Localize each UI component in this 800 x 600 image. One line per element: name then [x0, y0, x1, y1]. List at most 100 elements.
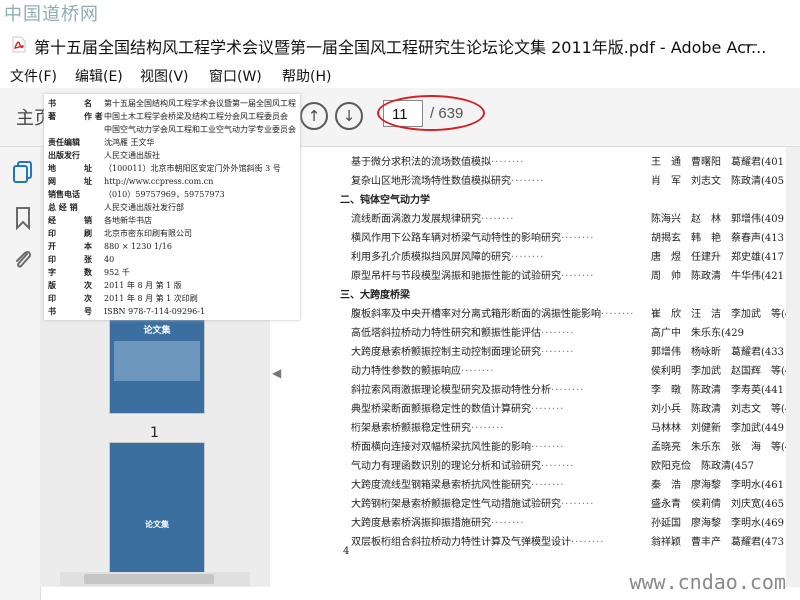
toc-entry-authors: 翁祥颖 曹丰产 葛耀君(473 [651, 537, 784, 548]
collapse-pane-icon[interactable]: ◀ [272, 366, 281, 380]
copyright-row: 出版发行 人民交通出版社 [48, 150, 160, 161]
copyright-key: 书 [48, 98, 56, 108]
toc-entry-authors: 唐 煜 任建升 郑史雄(417 [651, 252, 784, 263]
copyright-value: 952 千 [104, 268, 130, 277]
menu-view[interactable]: 视图(V) [140, 66, 189, 86]
toc-entry[interactable]: 大跨钢桁架悬索桥颤振稳定性气动措施试验研究 ········ 盛永青 侯莉倩 刘庆… [351, 495, 800, 510]
bookmark-icon[interactable] [12, 206, 34, 230]
toc-leader-dots: ········ [461, 366, 495, 377]
copyright-subkey: 数 [84, 267, 92, 277]
copyright-key: 开 [48, 241, 56, 251]
toc-entry-authors: 胡揭玄 韩 艳 蔡春声(413 [651, 233, 784, 244]
copyright-key: 地 [48, 163, 56, 173]
toc-entry[interactable]: 桥面横向连接对双幅桥梁抗风性能的影响 ········ 孟晓亮 朱乐东 张 海 等… [351, 438, 800, 453]
copyright-key: 印 [48, 254, 56, 264]
cover-text-block [114, 495, 200, 517]
copyright-key: 总 经 销 [48, 202, 78, 212]
document-vertical-scrollbar[interactable] [786, 147, 800, 587]
attachment-icon[interactable] [12, 248, 34, 272]
copyright-subkey: 址 [84, 176, 92, 186]
toc-entry-authors: 秦 浩 廖海黎 李明水(461 [651, 480, 784, 491]
arrow-up-icon: ↑ [307, 107, 321, 125]
toc-entry-authors: 高广中 朱乐东(429 [651, 328, 744, 339]
toc-entry[interactable]: 复杂山区地形流场特性数值模拟研究 ········ 肖 军 刘志文 陈政清(405 [351, 172, 800, 187]
window-title: 第十五届全国结构风工程学术会议暨第一届全国风工程研究生论坛论文集 2011年版.… [34, 38, 767, 57]
toc-entry[interactable]: 双层板桁组合斜拉桥动力特性计算及气弹模型设计 ········ 翁祥颖 曹丰产 葛… [351, 533, 800, 548]
toc-entry-authors: 欧阳克俭 陈政清(457 [651, 461, 754, 472]
copyright-row: 印 刷 北京市密东印刷有限公司 [48, 228, 192, 239]
toc-entry[interactable]: 腹板斜率及中央开槽率对分离式箱形断面的涡振性能影响 ········ 崔 欣 汪 … [351, 305, 800, 320]
copyright-subkey: 销 [84, 215, 92, 225]
toc-entry[interactable]: 典型桥梁断面颤振稳定性的数值计算研究 ········ 刘小兵 陈政清 刘志文 等… [351, 400, 800, 415]
copyright-key: 出版发行 [48, 150, 80, 160]
next-page-button[interactable]: ↓ [335, 102, 363, 130]
toc-entry-authors: 盛永青 侯莉倩 刘庆宽(465 [651, 499, 784, 510]
toc-entry-authors: 侯利明 李加武 赵国辉 等(437 [651, 366, 800, 377]
copyright-row: 责任编辑 沈鸿雁 王文华 [48, 137, 155, 148]
toc-entry-title: 典型桥梁断面颤振稳定性的数值计算研究 [351, 404, 531, 415]
previous-page-button[interactable]: ↑ [300, 102, 328, 130]
toc-entry[interactable]: 大跨度流线型钢箱梁悬索桥抗风性能研究 ········ 秦 浩 廖海黎 李明水(4… [351, 476, 800, 491]
copyright-key: 字 [48, 267, 56, 277]
watermark-url-bottom: www.cndao.com [629, 570, 786, 594]
minimize-button[interactable]: — [740, 34, 758, 55]
menu-edit[interactable]: 编辑(E) [75, 66, 123, 86]
toc-leader-dots: ········ [551, 385, 585, 396]
toc-entry[interactable]: 桁架悬索桥颤振稳定性研究 ········ 马林林 刘健新 李加武(449 [351, 419, 800, 434]
toc-entry-title: 大跨钢桁架悬索桥颤振稳定性气动措施试验研究 [351, 499, 561, 510]
copyright-key: 经 [48, 215, 56, 225]
scrollbar-thumb[interactable] [84, 574, 214, 584]
copyright-value: 880 × 1230 1/16 [104, 242, 172, 251]
copyright-key: 印 [48, 228, 56, 238]
copyright-key: 责任编辑 [48, 137, 80, 147]
toc-leader-dots: ········ [561, 499, 595, 510]
copyright-value: http://www.ccpress.com.cn [104, 177, 214, 186]
copyright-row: 经 销 各地新华书店 [48, 215, 152, 226]
copyright-value: 40 [104, 255, 115, 264]
toc-entry[interactable]: 高低塔斜拉桥动力特性研究和颤振性能评估 ········ 高广中 朱乐东(429 [351, 324, 800, 339]
copyright-subkey: 号 [84, 306, 92, 316]
toc-entry[interactable]: 基于微分求积法的流场数值模拟 ········ 王 通 曹曙阳 葛耀君(401 [351, 153, 800, 168]
toc-entry-authors: 李 暾 陈政清 李寿英(441 [651, 385, 784, 396]
copyright-row: 著 作 者中国土木工程学会桥梁及结构工程分会风工程委员会 [48, 111, 288, 122]
toc-entry-authors: 刘小兵 陈政清 刘志文 等(445 [651, 404, 800, 415]
copyright-subkey: 本 [84, 241, 92, 251]
cover-title-text-2: 论文集 [145, 519, 169, 529]
highlight-annotation-oval [377, 95, 485, 131]
copyright-value: 中国空气动力学会风工程和工业空气动力学专业委员会 [104, 125, 296, 134]
toc-entry[interactable]: 大跨度悬索桥涡振抑振措施研究 ········ 孙延国 廖海黎 李明水(469 [351, 514, 800, 529]
toc-entry[interactable]: 斜拉索风雨激振理论模型研究及振动特性分析 ········ 李 暾 陈政清 李寿英… [351, 381, 800, 396]
page-thumbnail-1[interactable]: 论文集 [109, 312, 205, 414]
toc-leader-dots: ········ [541, 328, 575, 339]
copyright-row: 网 址 http://www.ccpress.com.cn [48, 176, 213, 187]
toc-leader-dots: ········ [571, 537, 605, 548]
copyright-key: 网 [48, 176, 56, 186]
copyright-value: 北京市密东印刷有限公司 [104, 229, 192, 238]
menu-window[interactable]: 窗口(W) [209, 66, 262, 86]
pages-icon[interactable] [12, 160, 34, 184]
copyright-key: 销售电话 [48, 189, 80, 199]
toc-entry[interactable]: 气动力有理函数识别的理论分析和试验研究 ········ 欧阳克俭 陈政清(457 [351, 457, 800, 472]
copyright-key: 著 [48, 111, 56, 121]
toc-entry-title: 腹板斜率及中央开槽率对分离式箱形断面的涡振性能影响 [351, 309, 601, 320]
menu-file[interactable]: 文件(F) [10, 66, 57, 86]
toc-leader-dots: ········ [511, 252, 545, 263]
toc-entry-authors: 肖 军 刘志文 陈政清(405 [651, 176, 784, 187]
toc-entry[interactable]: 动力特性参数的颤振响应 ········ 侯利明 李加武 赵国辉 等(437 [351, 362, 800, 377]
arrow-down-icon: ↓ [342, 107, 356, 125]
copyright-subkey: 次 [84, 280, 92, 290]
toc-entry-authors: 郭增伟 杨咏昕 葛耀君(433 [651, 347, 784, 358]
toc-leader-dots: ········ [491, 518, 525, 529]
toc-leader-dots: ········ [541, 461, 575, 472]
page-thumbnail-2[interactable]: 论文集 [109, 442, 205, 576]
toc-entry[interactable]: 原型吊杆与节段模型涡振和驰振性能的试验研究 ········ 周 帅 陈政清 牛华… [351, 267, 800, 282]
menu-help[interactable]: 帮助(H) [282, 66, 331, 86]
toc-entry[interactable]: 流线断面涡激力发展规律研究 ········ 陈海兴 赵 林 郭增伟(409 [351, 210, 800, 225]
document-page-number: 4 [343, 546, 350, 557]
toc-entry[interactable]: 大跨度悬索桥颤振控制主动控制面理论研究 ········ 郭增伟 杨咏昕 葛耀君(… [351, 343, 800, 358]
copyright-row: 字 数 952 千 [48, 267, 130, 278]
copyright-subkey: 作 者 [84, 111, 103, 121]
toc-entry[interactable]: 横风作用下公路车辆对桥梁气动特性的影响研究 ········ 胡揭玄 韩 艳 蔡春… [351, 229, 800, 244]
copyright-key: 书 [48, 306, 56, 316]
toc-entry[interactable]: 利用多孔介质模拟挡风屏风障的研究 ········ 唐 煜 任建升 郑史雄(417 [351, 248, 800, 263]
